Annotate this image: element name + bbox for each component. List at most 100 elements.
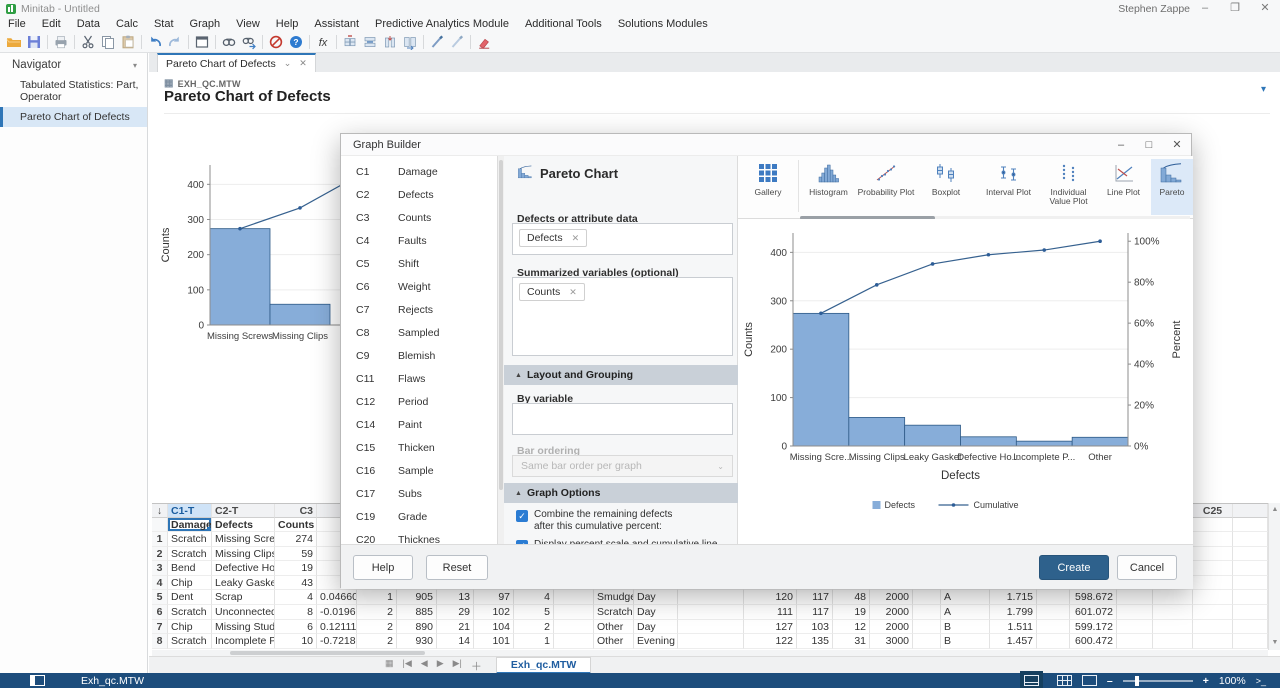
column-header-25[interactable]: C25 — [1193, 504, 1233, 518]
cell-r3-c1[interactable]: Bend — [168, 561, 212, 576]
brush-icon[interactable] — [427, 33, 447, 51]
row-number-1[interactable]: 1 — [152, 532, 168, 547]
cell-r6-c3[interactable]: 8 — [275, 605, 317, 620]
cell-r3-c3[interactable]: 19 — [275, 561, 317, 576]
cell-r4-c25[interactable] — [1193, 576, 1233, 591]
copy-icon[interactable] — [98, 33, 118, 51]
cell-r8-c6[interactable]: 930 — [397, 634, 437, 649]
cell-r5-c21[interactable] — [1037, 590, 1070, 605]
cell-r2-c3[interactable]: 59 — [275, 547, 317, 562]
column-item-c6[interactable]: C6Weight — [341, 281, 497, 297]
formula-icon[interactable]: fx — [313, 33, 333, 51]
find-icon[interactable] — [219, 33, 239, 51]
gallery-item-line-plot[interactable]: Line Plot — [1096, 159, 1151, 215]
cell-r2-c2[interactable]: Missing Clips — [212, 547, 275, 562]
cell-r5-c3[interactable]: 4 — [275, 590, 317, 605]
cell-r7-c22[interactable]: 599.172 — [1070, 620, 1117, 635]
cell-r7-c12[interactable]: Day — [634, 620, 678, 635]
cell-r3-c2[interactable]: Defective Housi — [212, 561, 275, 576]
variable-name-2[interactable]: Defects — [212, 518, 275, 532]
cell-r8-c16[interactable]: 31 — [833, 634, 870, 649]
menu-stat[interactable]: Stat — [146, 17, 182, 32]
cell-r8-c18[interactable] — [913, 634, 941, 649]
save-icon[interactable] — [24, 33, 44, 51]
cell-r5-c11[interactable]: Smudge — [594, 590, 634, 605]
cell-r6-c4[interactable]: -0.01963 — [317, 605, 357, 620]
undo-icon[interactable] — [145, 33, 165, 51]
output-options-chevron-icon[interactable]: ▾ — [1261, 84, 1266, 95]
cell-r5-c17[interactable]: 2000 — [870, 590, 913, 605]
column-item-c19[interactable]: C19Grade — [341, 511, 497, 527]
data-view-icon[interactable] — [1057, 675, 1072, 686]
menu-additional-tools[interactable]: Additional Tools — [517, 17, 610, 32]
cell-r5-c18[interactable] — [913, 590, 941, 605]
cell-r5-c6[interactable]: 905 — [397, 590, 437, 605]
cell-r7-c24[interactable] — [1153, 620, 1193, 635]
cell-r6-c19[interactable]: A — [941, 605, 990, 620]
cell-r8-c1[interactable]: Scratch — [168, 634, 212, 649]
cell-r8-c15[interactable]: 135 — [797, 634, 833, 649]
cell-r8-c19[interactable]: B — [941, 634, 990, 649]
cell-r6-c13[interactable] — [678, 605, 744, 620]
reset-button[interactable]: Reset — [426, 555, 488, 580]
row-number-4[interactable]: 4 — [152, 576, 168, 591]
cell-r5-c9[interactable]: 4 — [514, 590, 554, 605]
zoom-in-icon[interactable]: + — [1203, 675, 1209, 687]
column-item-c8[interactable]: C8Sampled — [341, 327, 497, 343]
cell-r6-c11[interactable]: Scratch — [594, 605, 634, 620]
cell-r6-c14[interactable]: 111 — [744, 605, 797, 620]
menu-data[interactable]: Data — [69, 17, 108, 32]
cell-r3-c25[interactable] — [1193, 561, 1233, 576]
command-line-icon[interactable]: >_ — [1256, 676, 1266, 686]
gallery-item-histogram[interactable]: Histogram — [801, 159, 856, 215]
variable-chip-counts[interactable]: Counts✕ — [519, 283, 585, 301]
cell-r8-c4[interactable]: -0.72188 — [317, 634, 357, 649]
cell-r6-c2[interactable]: Unconnected Wir — [212, 605, 275, 620]
cell-r5-c8[interactable]: 97 — [474, 590, 514, 605]
first-worksheet-icon[interactable]: |◀ — [403, 658, 412, 674]
cell-r7-c21[interactable] — [1037, 620, 1070, 635]
help-icon[interactable]: ? — [286, 33, 306, 51]
menu-view[interactable]: View — [228, 17, 268, 32]
find-next-icon[interactable] — [239, 33, 259, 51]
cell-r7-c3[interactable]: 6 — [275, 620, 317, 635]
cell-r7-c10[interactable] — [554, 620, 594, 635]
gallery-item-pareto[interactable]: Pareto — [1151, 159, 1193, 215]
worksheet-list-icon[interactable]: ▦ — [385, 658, 394, 674]
dialog-maximize-icon[interactable]: □ — [1135, 134, 1163, 156]
navigator-collapse-icon[interactable]: ▾ — [133, 61, 137, 70]
row-number-3[interactable]: 3 — [152, 561, 168, 576]
cell-r7-c11[interactable]: Other — [594, 620, 634, 635]
column-item-c2[interactable]: C2Defects — [341, 189, 497, 205]
cell-r8-c17[interactable]: 3000 — [870, 634, 913, 649]
print-icon[interactable] — [51, 33, 71, 51]
cell-r5-c16[interactable]: 48 — [833, 590, 870, 605]
row-number-5[interactable]: 5 — [152, 590, 168, 605]
defects-variable-field[interactable]: Defects✕ — [512, 223, 733, 255]
cell-r2-c25[interactable] — [1193, 547, 1233, 562]
zoom-out-icon[interactable]: – — [1107, 675, 1113, 687]
row-number-7[interactable]: 7 — [152, 620, 168, 635]
cell-r3-c26[interactable] — [1233, 561, 1268, 576]
column-header-3[interactable]: C3 — [275, 504, 317, 518]
select-icon[interactable] — [447, 33, 467, 51]
cell-r5-c12[interactable]: Day — [634, 590, 678, 605]
cell-r6-c7[interactable]: 29 — [437, 605, 474, 620]
cell-r5-c22[interactable]: 598.672 — [1070, 590, 1117, 605]
tab-pareto-chart-of-defects[interactable]: Pareto Chart of Defects ⌄ ✕ — [157, 53, 316, 72]
cell-r5-c1[interactable]: Dent — [168, 590, 212, 605]
dialog-title-bar[interactable]: Graph Builder — [341, 134, 1191, 156]
variable-name-3[interactable]: Counts — [275, 518, 317, 532]
cell-r6-c17[interactable]: 2000 — [870, 605, 913, 620]
column-item-c14[interactable]: C14Paint — [341, 419, 497, 435]
column-item-c16[interactable]: C16Sample — [341, 465, 497, 481]
scroll-down-icon[interactable]: ▼ — [1269, 637, 1280, 649]
open-icon[interactable] — [4, 33, 24, 51]
summarized-variable-field[interactable]: Counts✕ — [512, 277, 733, 356]
cell-r5-c26[interactable] — [1233, 590, 1268, 605]
cell-r8-c26[interactable] — [1233, 634, 1268, 649]
column-item-c1[interactable]: C1Damage — [341, 166, 497, 182]
cell-r6-c8[interactable]: 102 — [474, 605, 514, 620]
cell-r6-c23[interactable] — [1117, 605, 1153, 620]
cell-r5-c24[interactable] — [1153, 590, 1193, 605]
